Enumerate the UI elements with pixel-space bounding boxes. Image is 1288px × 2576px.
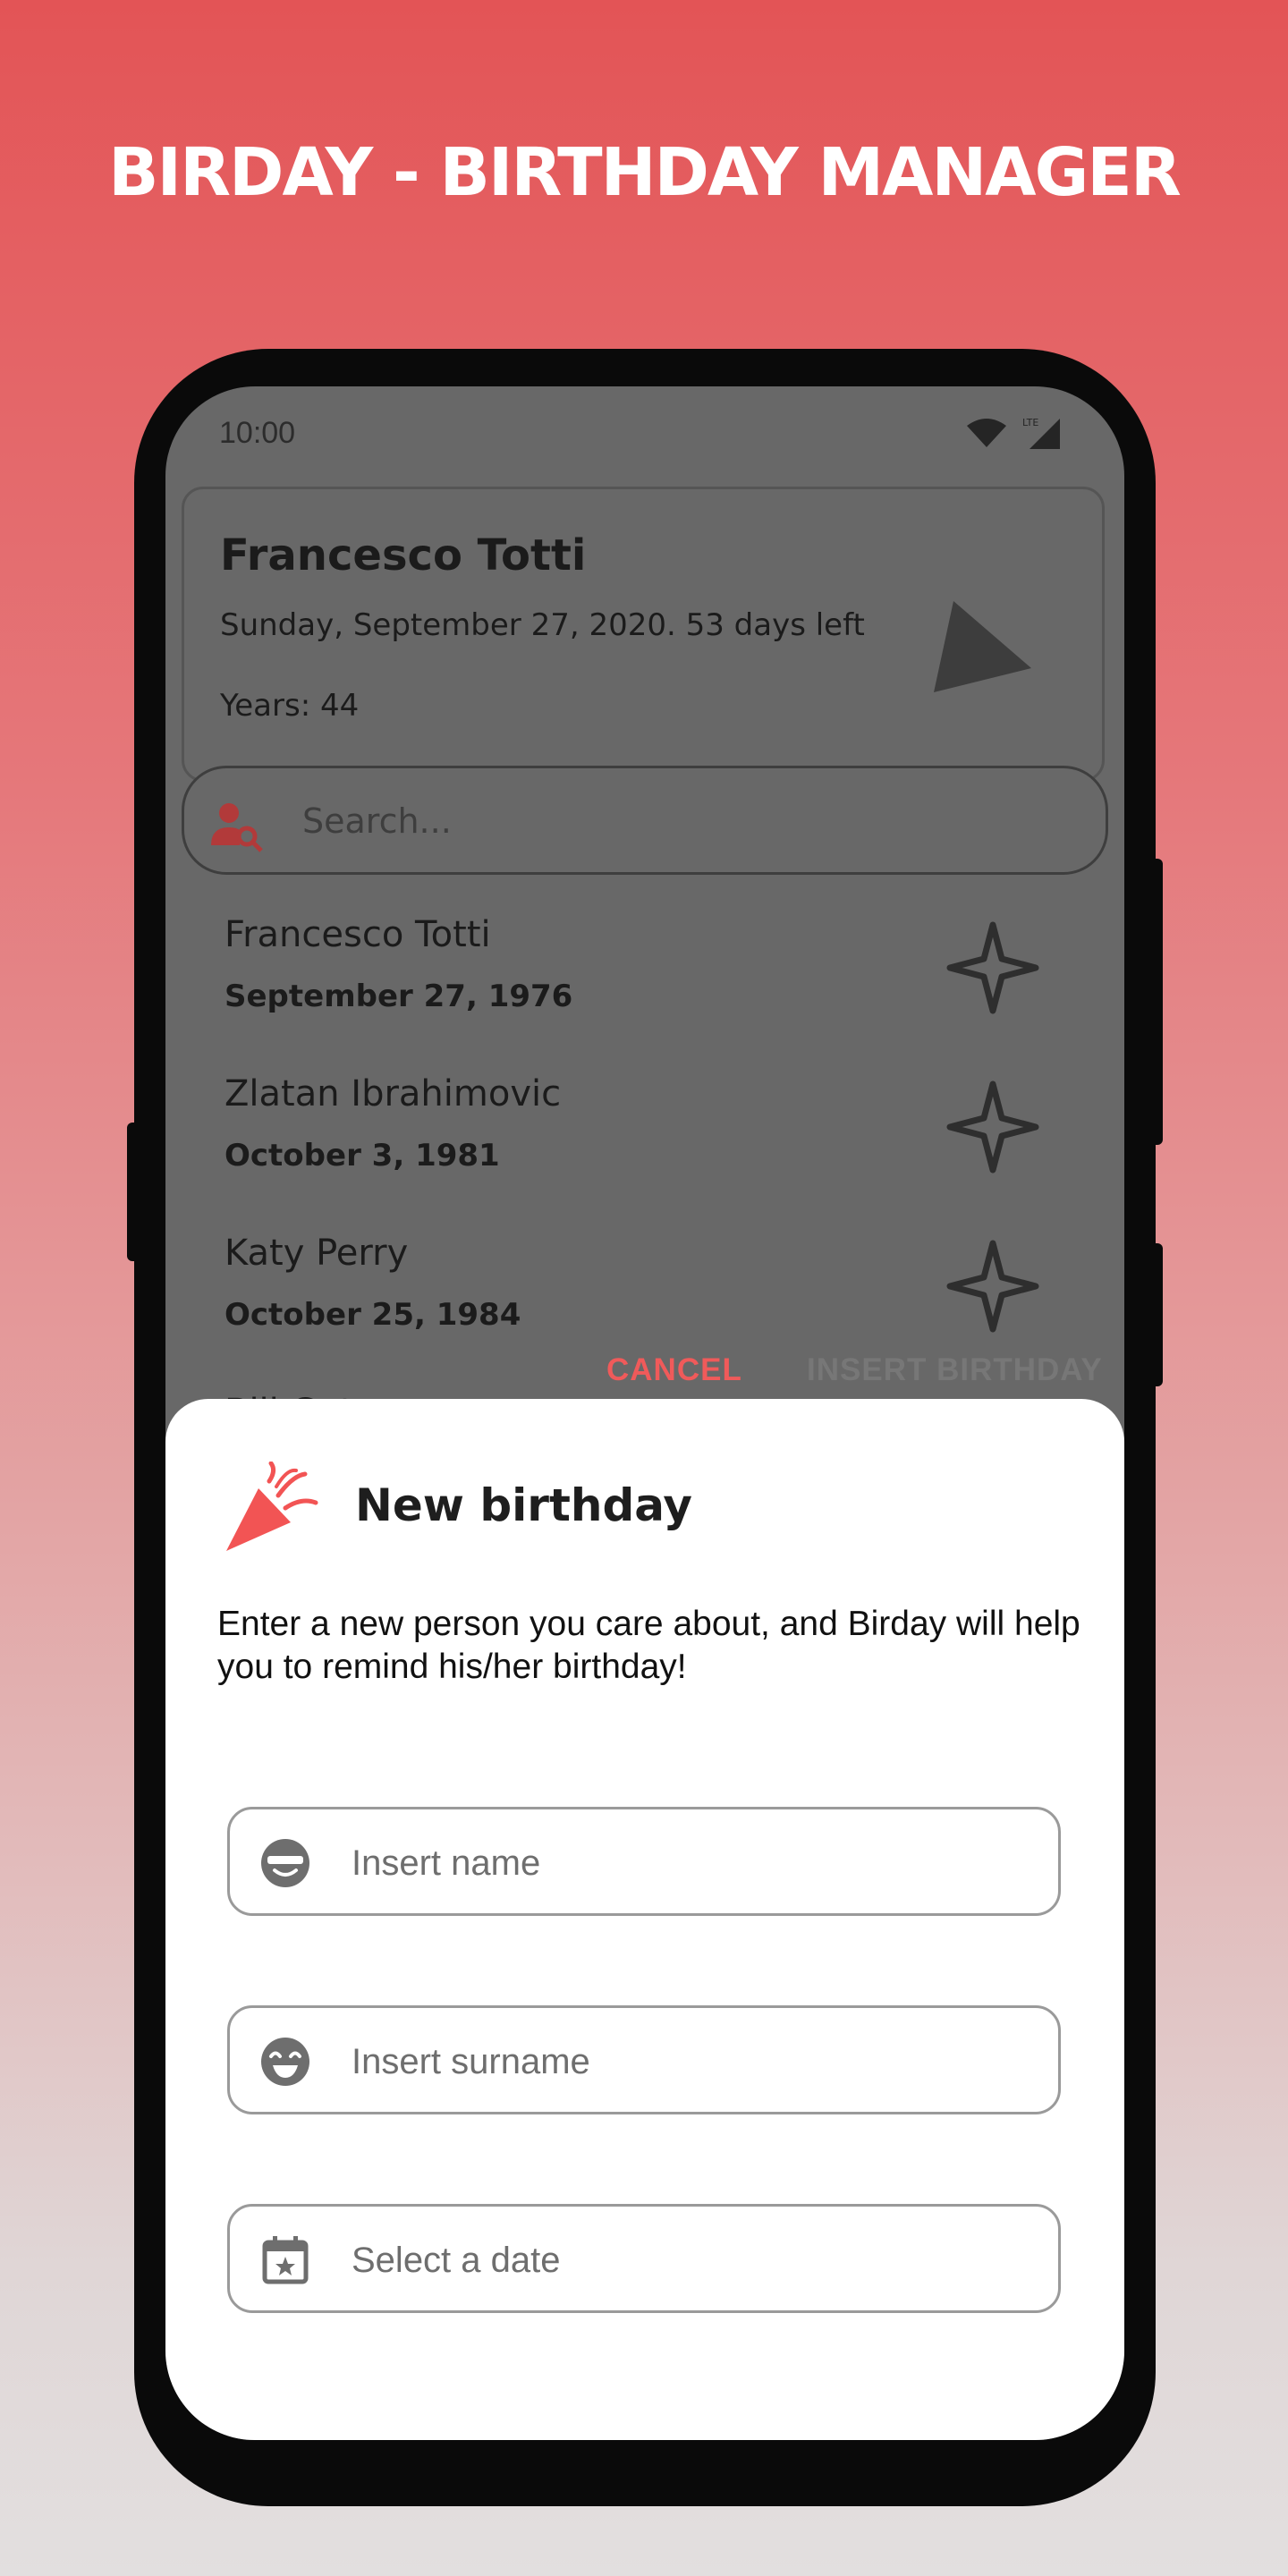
birthday-list-item[interactable]: Francesco Totti September 27, 1976 [165, 903, 1124, 1063]
new-birthday-dialog: New birthday Enter a new person you care… [165, 1399, 1124, 2440]
card-date-text: Sunday, September 27, 2020. 53 days left [220, 607, 865, 643]
date-field[interactable] [227, 2204, 1061, 2313]
favorite-star-icon[interactable] [946, 1240, 1039, 1333]
dialog-title: New birthday [355, 1479, 693, 1531]
cancel-button[interactable]: CANCEL [606, 1352, 742, 1388]
name-input[interactable] [350, 1836, 1033, 1890]
card-years: Years: 44 [220, 688, 360, 724]
date-input[interactable] [350, 2233, 1033, 2287]
favorite-star-icon[interactable] [946, 1080, 1039, 1174]
list-item-name: Francesco Totti [225, 914, 491, 955]
person-search-icon [211, 803, 263, 852]
status-time: 10:00 [219, 415, 296, 450]
name-field[interactable] [227, 1807, 1061, 1916]
list-item-name: Katy Perry [225, 1233, 409, 1274]
search-bar[interactable] [182, 766, 1108, 875]
wifi-icon [967, 419, 1006, 447]
sunglasses-face-icon [261, 1839, 309, 1887]
surname-input[interactable] [350, 2035, 1033, 2089]
list-item-date: September 27, 1976 [225, 979, 573, 1014]
calendar-star-icon [262, 2236, 309, 2284]
network-type-label: LTE [1022, 417, 1038, 428]
smiling-face-icon [261, 2038, 309, 2086]
upcoming-birthday-card[interactable]: Francesco Totti Sunday, September 27, 20… [182, 487, 1105, 782]
banner-title: BIRDAY - BIRTHDAY MANAGER [108, 134, 1182, 211]
party-popper-icon [226, 1462, 318, 1551]
card-person-name: Francesco Totti [220, 530, 587, 580]
dialog-description: Enter a new person you care about, and B… [217, 1605, 1080, 1686]
list-item-name: Zlatan Ibrahimovic [225, 1073, 562, 1114]
phone-screen: 10:00 LTE Francesco Totti Sunday, Septem… [165, 386, 1124, 2440]
list-item-date: October 3, 1981 [225, 1138, 500, 1174]
search-input[interactable] [301, 795, 1073, 847]
birthday-list-item[interactable]: Zlatan Ibrahimovic October 3, 1981 [165, 1063, 1124, 1222]
cellular-icon: LTE [1022, 417, 1060, 449]
party-popper-icon [934, 601, 1031, 692]
surname-field[interactable] [227, 2005, 1061, 2114]
status-bar: 10:00 LTE [219, 406, 1062, 460]
list-item-date: October 25, 1984 [225, 1297, 521, 1333]
favorite-star-icon[interactable] [946, 921, 1039, 1014]
insert-birthday-button[interactable]: INSERT BIRTHDAY [807, 1352, 1103, 1388]
